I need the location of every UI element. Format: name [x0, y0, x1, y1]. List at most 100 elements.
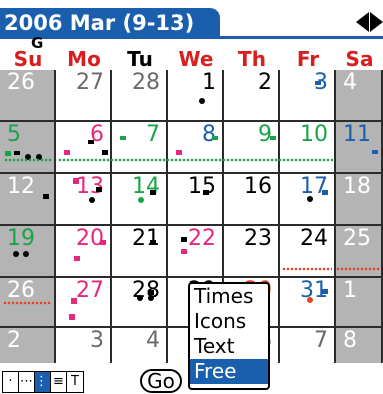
day-number: 24	[300, 226, 328, 251]
day-cell[interactable]: 27	[56, 278, 112, 328]
day-number: 8	[202, 122, 216, 147]
day-cell[interactable]: 4	[336, 70, 383, 122]
next-week-arrow-icon[interactable]	[370, 12, 383, 32]
event-dot	[23, 251, 29, 257]
day-name-mo: Mo	[67, 47, 101, 71]
day-number: 18	[343, 174, 371, 199]
day-name-su: Su	[13, 47, 43, 71]
view-mode-button-2[interactable]: ⋯	[19, 372, 35, 392]
day-number: 11	[343, 122, 371, 147]
popup-item-text[interactable]: Text	[190, 334, 268, 359]
popup-item-free[interactable]: Free	[190, 359, 268, 384]
day-cell[interactable]: 28	[112, 70, 168, 122]
day-number: 17	[300, 174, 328, 199]
multi-day-event-bar	[58, 158, 333, 162]
day-cell[interactable]: 15	[168, 174, 224, 226]
event-dot	[307, 297, 313, 303]
event-marker	[176, 150, 182, 155]
event-marker	[322, 289, 328, 294]
event-dot	[138, 197, 144, 203]
day-cell[interactable]: 23	[224, 226, 280, 278]
day-cell[interactable]: 11	[336, 122, 383, 174]
day-cell[interactable]: 7	[112, 122, 168, 174]
event-marker	[64, 150, 70, 155]
event-marker	[71, 298, 77, 304]
day-number: 26	[7, 278, 35, 303]
day-cell[interactable]: 26	[0, 70, 56, 122]
view-mode-button-1[interactable]: ·	[3, 372, 19, 392]
day-number: 5	[7, 122, 21, 147]
event-marker	[100, 240, 106, 245]
event-marker	[96, 187, 102, 192]
event-marker	[5, 151, 11, 156]
day-cell[interactable]: 13	[56, 174, 112, 226]
day-cell[interactable]: 8	[168, 122, 224, 174]
view-mode-button-4[interactable]: ≡	[51, 372, 67, 392]
event-marker	[88, 140, 94, 144]
view-mode-selector: · ⋯ ⋮⋮ ≡ T	[2, 371, 84, 393]
day-number: 26	[7, 70, 35, 95]
day-cell[interactable]: 16	[224, 174, 280, 226]
day-cell[interactable]: 22	[168, 226, 224, 278]
day-number: 9	[258, 122, 272, 147]
event-dot	[199, 98, 205, 104]
day-cell[interactable]: 9	[224, 122, 280, 174]
day-cell[interactable]: 2	[224, 70, 280, 122]
view-mode-button-5[interactable]: T	[67, 372, 83, 392]
event-marker	[43, 194, 49, 199]
day-name-th: Th	[238, 47, 266, 71]
day-cell[interactable]: 3	[280, 70, 336, 122]
day-number: 15	[188, 174, 216, 199]
day-cell[interactable]: 27	[56, 70, 112, 122]
day-cell[interactable]: 12	[0, 174, 56, 226]
view-style-popup-menu: Times Icons Text Free	[188, 282, 270, 390]
day-cell[interactable]: 20	[56, 226, 112, 278]
day-cell[interactable]: 31	[280, 278, 336, 328]
day-number: 2	[258, 70, 272, 95]
previous-week-arrow-icon[interactable]	[356, 12, 369, 32]
multi-day-event-bar	[4, 158, 52, 162]
multi-day-event-bar	[336, 267, 381, 271]
popup-item-icons[interactable]: Icons	[190, 309, 268, 334]
day-cell[interactable]: 6	[56, 122, 112, 174]
event-marker	[102, 150, 108, 155]
day-number: 1	[202, 70, 216, 95]
day-cell[interactable]: 18	[336, 174, 383, 226]
day-cell[interactable]: 1	[336, 278, 383, 328]
go-button[interactable]: Go	[140, 369, 182, 393]
day-name-sa: Sa	[345, 47, 374, 71]
day-number: 21	[132, 226, 160, 251]
event-dot	[89, 197, 95, 203]
day-number: 23	[244, 226, 272, 251]
event-marker	[150, 240, 156, 245]
day-cell[interactable]: 5	[0, 122, 56, 174]
event-marker	[181, 249, 187, 254]
multi-day-event-bar	[282, 267, 332, 271]
day-number: 14	[132, 174, 160, 199]
day-number: 27	[76, 70, 104, 95]
day-number: 8	[343, 328, 357, 353]
event-marker	[322, 190, 328, 195]
day-cell[interactable]: 10	[280, 122, 336, 174]
day-number: 20	[76, 226, 104, 251]
event-marker	[74, 256, 80, 261]
day-number: 4	[146, 328, 160, 353]
day-number: 10	[300, 122, 328, 147]
day-number: 7	[146, 122, 160, 147]
event-marker	[69, 314, 75, 320]
event-dot	[307, 196, 313, 202]
day-cell[interactable]: 21	[112, 226, 168, 278]
day-cell[interactable]: 1	[168, 70, 224, 122]
day-name-tu: Tu	[127, 47, 153, 71]
day-name-we: We	[178, 47, 214, 71]
day-number: 7	[314, 328, 328, 353]
view-mode-button-3[interactable]: ⋮⋮	[35, 372, 61, 392]
day-cell[interactable]: 28	[112, 278, 168, 328]
title-bar: 2006 Mar (9-13)	[0, 0, 383, 40]
day-number: 2	[7, 328, 21, 353]
day-number: 19	[7, 226, 35, 251]
popup-item-times[interactable]: Times	[190, 284, 268, 309]
day-name-fr: Fr	[296, 47, 320, 71]
day-number: 27	[76, 278, 104, 303]
event-marker	[120, 136, 126, 140]
